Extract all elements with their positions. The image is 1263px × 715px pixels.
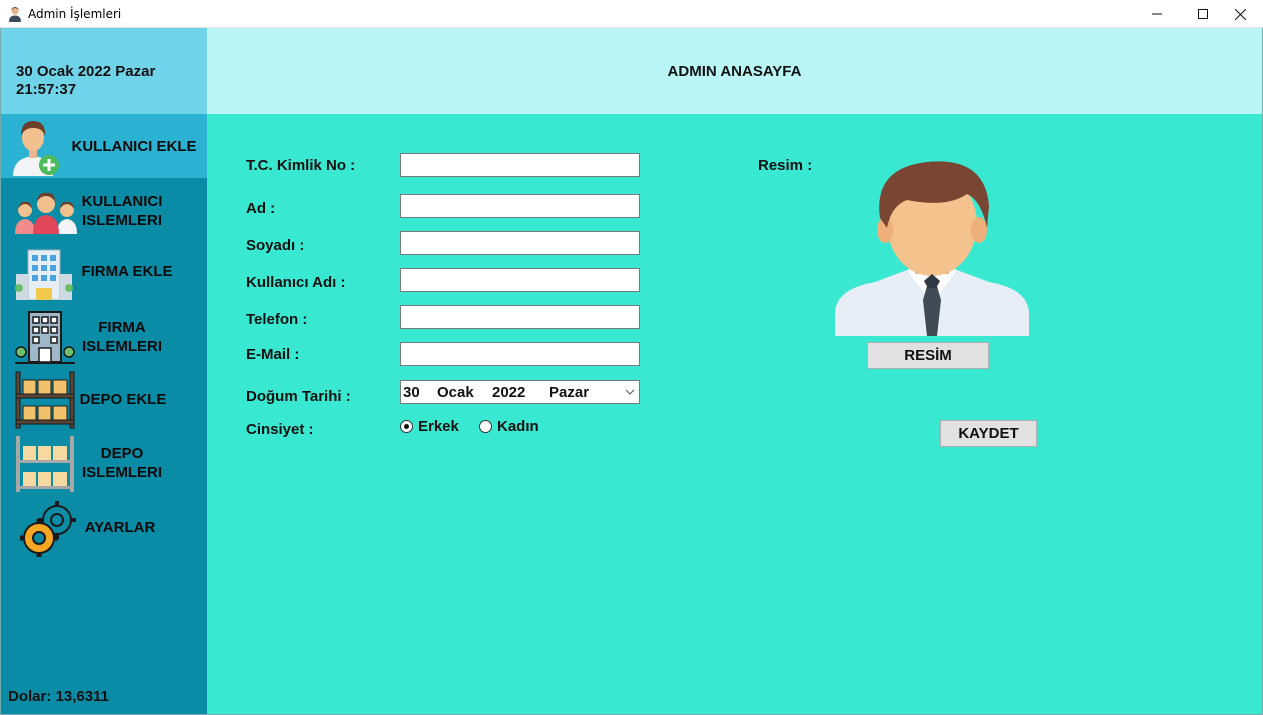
admin-user-icon [9, 7, 21, 22]
cinsiyet-label: Cinsiyet : [246, 421, 314, 438]
gear-icon [20, 501, 76, 557]
sidebar-item-kullanici-islemleri[interactable]: KULLANICI ISLEMLERI [1, 178, 208, 240]
birth-weekday: Pazar [549, 384, 590, 401]
company-building-icon [15, 311, 75, 364]
radio-indicator [400, 420, 413, 433]
dogum-tarihi-label: Doğum Tarihi : [246, 388, 351, 405]
gender-radio-kadin[interactable]: Kadın [479, 418, 539, 435]
birth-date-picker[interactable]: 30 Ocak 2022 Pazar [400, 380, 640, 404]
sidebar-item-label: FIRMA EKLE [81, 263, 173, 280]
email-label: E-Mail : [246, 346, 300, 363]
close-button[interactable] [1217, 0, 1263, 28]
minimize-button[interactable] [1134, 0, 1180, 28]
radio-label: Erkek [418, 418, 459, 435]
sidebar-item-kullanici-ekle[interactable]: KULLANICI EKLE [1, 114, 208, 178]
sidebar-item-label: DEPO EKLE [79, 391, 167, 408]
sidebar-item-firma-islemleri[interactable]: FIRMA ISLEMLERI [1, 302, 208, 364]
email-input[interactable] [400, 342, 640, 366]
sidebar: 30 Ocak 2022 Pazar 21:57:37 KULLANICI EK… [0, 28, 208, 715]
close-icon [1234, 8, 1246, 20]
radio-indicator [479, 420, 492, 433]
profile-picture [835, 161, 1029, 336]
kullanici-adi-input[interactable] [400, 268, 640, 292]
sidebar-item-label: AYARLAR [84, 519, 156, 536]
resim-label: Resim : [758, 157, 813, 174]
minimize-icon [1152, 13, 1162, 15]
current-date: 30 Ocak 2022 Pazar [16, 63, 156, 80]
window-titlebar: Admin İşlemleri [0, 0, 1263, 28]
birth-month: Ocak [437, 384, 474, 401]
gender-radio-erkek[interactable]: Erkek [400, 418, 459, 435]
telefon-input[interactable] [400, 305, 640, 329]
warehouse-shelf-icon [15, 371, 75, 429]
ad-input[interactable] [400, 194, 640, 218]
sidebar-item-label: KULLANICI EKLE [71, 138, 197, 155]
soyad-label: Soyadı : [246, 237, 305, 254]
sidebar-item-depo-islemleri[interactable]: DEPO ISLEMLERI [1, 430, 208, 496]
radio-label: Kadın [497, 418, 539, 435]
tc-input[interactable] [400, 153, 640, 177]
storage-shelf-icon [16, 436, 74, 492]
sidebar-item-firma-ekle[interactable]: FIRMA EKLE [1, 240, 208, 302]
telefon-label: Telefon : [246, 311, 308, 328]
resim-button[interactable]: RESİM [867, 342, 989, 369]
birth-day: 30 [403, 384, 420, 401]
main-content: T.C. Kimlik No : Ad : Soyadı : Kullanıcı… [207, 114, 1262, 714]
window-title: Admin İşlemleri [28, 7, 122, 21]
kaydet-button[interactable]: KAYDET [940, 420, 1037, 447]
current-time: 21:57:37 [16, 81, 77, 98]
sidebar-item-label: DEPO ISLEMLERI [81, 445, 162, 481]
page-title: ADMIN ANASAYFA [667, 63, 802, 80]
maximize-icon [1198, 9, 1208, 19]
soyad-input[interactable] [400, 231, 640, 255]
ad-label: Ad : [246, 200, 276, 217]
chevron-down-icon [625, 389, 635, 395]
kullanici-adi-label: Kullanıcı Adı : [246, 274, 346, 291]
datetime-panel: 30 Ocak 2022 Pazar 21:57:37 [1, 28, 208, 114]
sidebar-item-depo-ekle[interactable]: DEPO EKLE [1, 364, 208, 430]
sidebar-item-ayarlar[interactable]: AYARLAR [1, 496, 208, 562]
office-building-icon [15, 249, 73, 300]
tc-label: T.C. Kimlik No : [246, 157, 356, 174]
dolar-rate: Dolar: 13,6311 [8, 688, 109, 705]
birth-year: 2022 [492, 384, 526, 401]
add-user-icon [13, 121, 59, 176]
users-group-icon [15, 192, 77, 234]
sidebar-item-label: KULLANICI ISLEMLERI [81, 193, 163, 229]
sidebar-item-label: FIRMA ISLEMLERI [81, 319, 162, 355]
page-header: ADMIN ANASAYFA [207, 28, 1262, 114]
